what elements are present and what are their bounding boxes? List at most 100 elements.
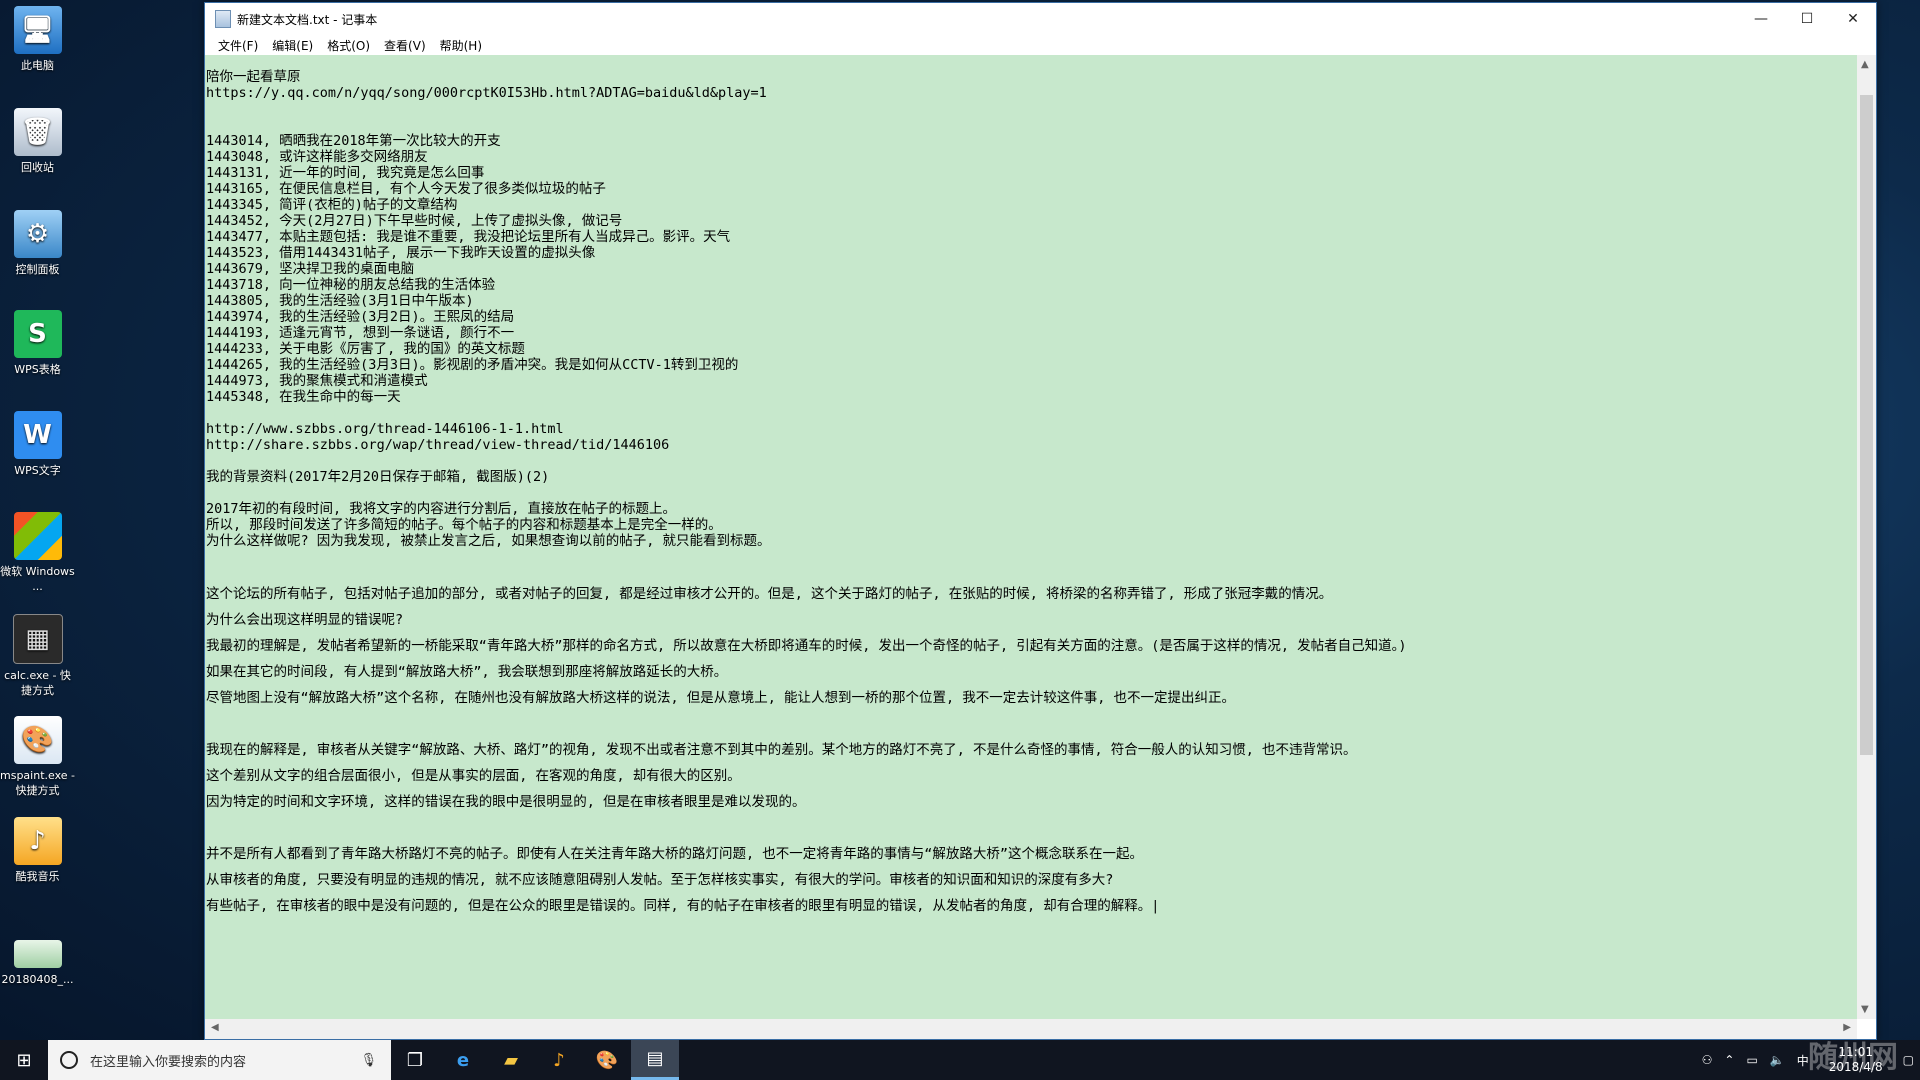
notepad-icon: ▤	[646, 1048, 664, 1069]
folder-icon: ▰	[504, 1049, 518, 1071]
text-line: 为什么这样做呢? 因为我发现, 被禁止发言之后, 如果想查询以前的帖子, 就只能…	[206, 533, 771, 549]
menu-view[interactable]: 查看(V)	[377, 37, 433, 54]
window-title: 新建文本文档.txt - 记事本	[237, 12, 378, 27]
text-line: 我的背景资料(2017年2月20日保存于邮箱, 截图版)(2)	[206, 469, 550, 485]
calculator-icon: ▦	[12, 614, 63, 664]
maximize-button[interactable]: ☐	[1784, 3, 1830, 35]
scrollbar-thumb[interactable]	[1860, 95, 1873, 755]
document-text[interactable]: 陪你一起看草原 https://y.qq.com/n/yqq/song/000rc…	[205, 55, 1857, 919]
search-placeholder: 在这里输入你要搜索的内容	[90, 1054, 247, 1070]
wps-sheet-icon: S	[13, 310, 62, 358]
text-editor[interactable]: 陪你一起看草原 https://y.qq.com/n/yqq/song/000rc…	[205, 55, 1857, 1019]
title-bar[interactable]: 新建文本文档.txt - 记事本 — ☐ ✕	[205, 3, 1876, 35]
text-line	[206, 815, 1857, 841]
taskbar-edge[interactable]: e	[439, 1040, 487, 1080]
desktop-icon-label: 回收站	[21, 161, 54, 174]
windows-logo-icon	[13, 512, 62, 560]
text-line	[206, 405, 1857, 421]
taskbar-kuwo[interactable]: ♪	[535, 1040, 583, 1080]
desktop-icon-this-pc[interactable]: 🖥 此电脑	[0, 6, 75, 73]
text-line: 尽管地图上没有“解放路大桥”这个名称, 在随州也没有解放路大桥这样的说法, 但是…	[206, 690, 1236, 706]
menu-format[interactable]: 格式(O)	[320, 37, 377, 54]
text-line: http://www.szbbs.org/thread-1446106-1-1.…	[206, 421, 564, 437]
notification-icon[interactable]: ▢	[1897, 1053, 1920, 1067]
text-line: 1443014, 晒晒我在2018年第一次比较大的开支	[206, 133, 501, 149]
menu-edit[interactable]: 编辑(E)	[265, 37, 320, 54]
desktop-icon-label: 微软 Windows ...	[0, 565, 75, 593]
paint-icon: 🎨	[13, 716, 62, 764]
horizontal-scrollbar[interactable]: ◀ ▶	[205, 1019, 1857, 1039]
text-line: 1444265, 我的生活经验(3月3日)。影视剧的矛盾冲突。我是如何从CCTV…	[206, 357, 739, 373]
text-line: 1444233, 关于电影《厉害了, 我的国》的英文标题	[206, 341, 525, 357]
text-line: 1444973, 我的聚焦模式和消遣模式	[206, 373, 428, 389]
text-line: 1444193, 适逢元宵节, 想到一条谜语, 颜行不一	[206, 325, 515, 341]
scroll-up-icon[interactable]: ▲	[1861, 59, 1869, 70]
microphone-icon[interactable]: 🎙	[360, 1053, 377, 1068]
text-line: 1443345, 简评(衣柜的)帖子的文章结构	[206, 197, 458, 213]
recycle-bin-icon: 🗑	[13, 108, 62, 156]
close-button[interactable]: ✕	[1830, 3, 1876, 35]
people-icon[interactable]: ⚇	[1696, 1053, 1719, 1067]
task-view-icon: ❐	[406, 1049, 424, 1071]
text-line: 为什么会出现这样明显的错误呢?	[206, 612, 404, 628]
desktop-icon-control-panel[interactable]: ⚙ 控制面板	[0, 210, 75, 277]
text-line: 1443165, 在便民信息栏目, 有个人今天发了很多类似垃圾的帖子	[206, 181, 606, 197]
desktop-icon-label: mspaint.exe - 快捷方式	[0, 769, 75, 797]
text-line: http://share.szbbs.org/wap/thread/view-t…	[206, 437, 670, 453]
menu-file[interactable]: 文件(F)	[211, 37, 265, 54]
taskbar-explorer[interactable]: ▰	[487, 1040, 535, 1080]
chevron-up-icon[interactable]: ⌃	[1718, 1053, 1740, 1067]
text-line	[206, 565, 1857, 581]
windows-start-icon: ⊞	[16, 1049, 32, 1071]
desktop-icon-kuwo[interactable]: ♪ 酷我音乐	[0, 817, 75, 884]
desktop-icon-label: calc.exe - 快捷方式	[4, 669, 71, 697]
vertical-scrollbar[interactable]: ▲ ▼	[1857, 55, 1876, 1019]
text-line: 这个论坛的所有帖子, 包括对帖子追加的部分, 或者对帖子的回复, 都是经过审核才…	[206, 586, 1333, 602]
text-line: 1443477, 本贴主题包括: 我是谁不重要, 我没把论坛里所有人当成异己。影…	[206, 229, 731, 245]
text-line: 陪你一起看草原	[206, 69, 301, 85]
text-line: 1443679, 坚决捍卫我的桌面电脑	[206, 261, 415, 277]
kuwo-music-icon: ♪	[13, 817, 62, 865]
text-line	[206, 117, 1857, 133]
volume-icon[interactable]: 🔈	[1764, 1053, 1791, 1067]
text-line: 这个差别从文字的组合层面很小, 但是从事实的层面, 在客观的角度, 却有很大的区…	[206, 768, 741, 784]
wps-writer-icon: W	[13, 411, 62, 459]
text-line: 1443452, 今天(2月27日)下午早些时候, 上传了虚拟头像, 做记号	[206, 213, 623, 229]
desktop-icon-wps-writer[interactable]: W WPS文字	[0, 411, 75, 478]
scroll-left-icon[interactable]: ◀	[211, 1022, 219, 1033]
text-line	[206, 549, 1857, 565]
scroll-down-icon[interactable]: ▼	[1861, 1004, 1869, 1015]
desktop-icon-calc[interactable]: ▦ calc.exe - 快捷方式	[0, 614, 75, 698]
text-line: 如果在其它的时间段, 有人提到“解放路大桥”, 我会联想到那座将解放路延长的大桥…	[206, 664, 728, 680]
control-panel-icon: ⚙	[13, 210, 62, 258]
network-icon[interactable]: ▭	[1740, 1053, 1763, 1067]
image-file-icon	[13, 940, 62, 968]
text-line: 1445348, 在我生命中的每一天	[206, 389, 401, 405]
desktop-icon-recycle-bin[interactable]: 🗑 回收站	[0, 108, 75, 175]
taskbar-notepad[interactable]: ▤	[631, 1040, 679, 1080]
desktop-icon-label: WPS表格	[14, 363, 61, 376]
taskbar: ⊞ 在这里输入你要搜索的内容 🎙 ❐ e ▰ ♪ 🎨 ▤ ⚇ ⌃ ▭ 🔈 中 1…	[0, 1040, 1920, 1080]
desktop-icon-label: 此电脑	[21, 59, 54, 72]
text-line	[206, 711, 1857, 737]
text-line: 1443048, 或许这样能多交网络朋友	[206, 149, 428, 165]
edge-icon: e	[456, 1049, 470, 1071]
desktop-icon-image-file[interactable]: 20180408_...	[0, 930, 75, 987]
text-line	[206, 485, 1857, 501]
desktop-icon-windows[interactable]: 微软 Windows ...	[0, 512, 75, 594]
text-line: 1443718, 向一位神秘的朋友总结我的生活体验	[206, 277, 496, 293]
menu-help[interactable]: 帮助(H)	[433, 37, 489, 54]
task-view-button[interactable]: ❐	[391, 1040, 439, 1080]
desktop-icon-label: WPS文字	[14, 464, 61, 477]
taskbar-paint[interactable]: 🎨	[583, 1040, 631, 1080]
minimize-button[interactable]: —	[1738, 3, 1784, 35]
notepad-window: 新建文本文档.txt - 记事本 — ☐ ✕ 文件(F) 编辑(E) 格式(O)…	[204, 2, 1877, 1040]
search-box[interactable]: 在这里输入你要搜索的内容 🎙	[48, 1040, 391, 1080]
desktop-icon-mspaint[interactable]: 🎨 mspaint.exe - 快捷方式	[0, 716, 75, 798]
desktop-icon-label: 20180408_...	[1, 973, 74, 986]
desktop-icon-wps-sheet[interactable]: S WPS表格	[0, 310, 75, 377]
start-button[interactable]: ⊞	[0, 1040, 48, 1080]
text-line: 1443974, 我的生活经验(3月2日)。王熙凤的结局	[206, 309, 515, 325]
text-line: 并不是所有人都看到了青年路大桥路灯不亮的帖子。即使有人在关注青年路大桥的路灯问题…	[206, 846, 1144, 862]
text-line: https://y.qq.com/n/yqq/song/000rcptK0I53…	[206, 85, 767, 101]
